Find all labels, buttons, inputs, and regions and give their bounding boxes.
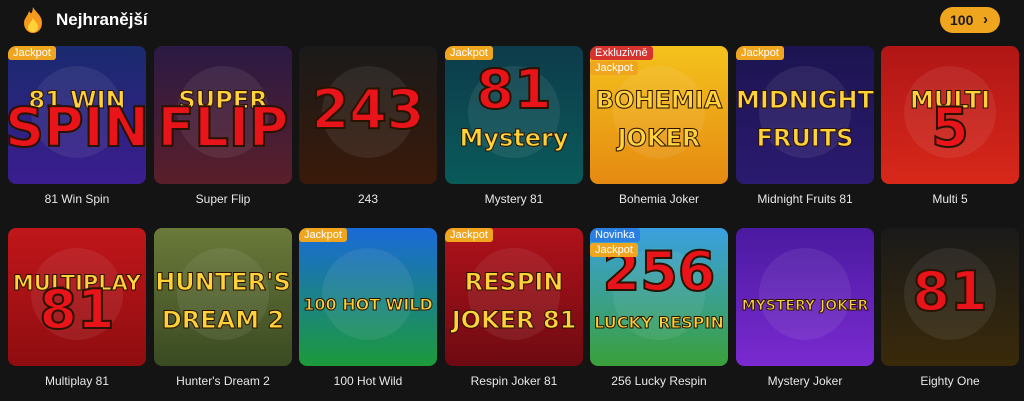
- game-art-text: 81: [476, 58, 551, 121]
- game-tile[interactable]: 81 Mystery Jackpot Mystery 81: [445, 46, 583, 206]
- game-tile[interactable]: MULTIPLAY 81 Multiplay 81: [8, 228, 146, 388]
- game-badge: Exkluzivně: [590, 46, 653, 60]
- section-title: Nejhranější: [56, 10, 148, 29]
- game-art-text: 81: [912, 260, 987, 323]
- game-artwork: MIDNIGHT FRUITS: [736, 46, 874, 184]
- game-artwork: RESPIN JOKER 81: [445, 228, 583, 366]
- game-badge: Novinka: [590, 228, 640, 242]
- game-art-text: HUNTER'S: [155, 268, 291, 296]
- game-tile[interactable]: HUNTER'S DREAM 2 Hunter's Dream 2: [154, 228, 292, 388]
- show-all-count: 100: [950, 12, 974, 28]
- game-name[interactable]: Midnight Fruits 81: [736, 192, 874, 206]
- game-name[interactable]: 81 Win Spin: [8, 192, 146, 206]
- game-artwork: 81 WINSPIN: [8, 46, 146, 184]
- game-art-text: MYSTERY JOKER: [742, 298, 869, 314]
- game-artwork: 243: [299, 46, 437, 184]
- game-thumbnail[interactable]: MIDNIGHT FRUITS Jackpot: [736, 46, 874, 184]
- game-name[interactable]: 243: [299, 192, 437, 206]
- game-thumbnail[interactable]: SUPER FLIP: [154, 46, 292, 184]
- game-tile[interactable]: MULTI 5 Multi 5: [881, 46, 1019, 206]
- game-art-text: MIDNIGHT: [736, 86, 874, 114]
- game-tile[interactable]: 100 HOT WILD Jackpot 100 Hot Wild: [299, 228, 437, 388]
- game-tile[interactable]: MYSTERY JOKER Mystery Joker: [736, 228, 874, 388]
- game-art-text: JOKER: [616, 124, 701, 152]
- game-art-text: LUCKY RESPIN: [594, 313, 724, 332]
- game-badge: Jackpot: [445, 228, 493, 242]
- game-badge: Jackpot: [445, 46, 493, 60]
- game-name[interactable]: Mystery Joker: [736, 374, 874, 388]
- game-art-text: RESPIN: [465, 268, 564, 296]
- game-art-text: 81: [39, 278, 114, 341]
- game-name[interactable]: Eighty One: [881, 374, 1019, 388]
- flame-icon: [24, 7, 42, 33]
- game-name[interactable]: Respin Joker 81: [445, 374, 583, 388]
- game-name[interactable]: 256 Lucky Respin: [590, 374, 728, 388]
- game-name[interactable]: Bohemia Joker: [590, 192, 728, 206]
- game-name[interactable]: Mystery 81: [445, 192, 583, 206]
- game-thumbnail[interactable]: MULTI 5: [881, 46, 1019, 184]
- game-tile[interactable]: BOHEMIA JOKER Exkluzivně Jackpot Bohemia Jok…: [590, 46, 728, 206]
- game-artwork: HUNTER'S DREAM 2: [154, 228, 292, 366]
- game-thumbnail[interactable]: 81: [881, 228, 1019, 366]
- game-tile[interactable]: 243 243: [299, 46, 437, 206]
- game-art-text: FLIP: [158, 96, 289, 159]
- game-art-text: JOKER 81: [450, 306, 577, 334]
- game-badge: Jackpot: [590, 243, 638, 257]
- game-artwork: MULTI5: [881, 46, 1019, 184]
- game-artwork: SUPERFLIP: [154, 46, 292, 184]
- game-thumbnail[interactable]: 256 LUCKY RESPIN Novinka Jackpot: [590, 228, 728, 366]
- game-thumbnail[interactable]: MULTIPLAY 81: [8, 228, 146, 366]
- game-tile[interactable]: MIDNIGHT FRUITS Jackpot Midnight Fruits 81: [736, 46, 874, 206]
- game-tile[interactable]: 256 LUCKY RESPIN Novinka Jackpot 256 Lucky R…: [590, 228, 728, 388]
- game-art-text: DREAM 2: [162, 306, 284, 334]
- game-art-text: 5: [931, 96, 969, 159]
- game-name[interactable]: Super Flip: [154, 192, 292, 206]
- game-art-text: 243: [312, 78, 425, 141]
- show-all-button[interactable]: 100 ›: [940, 7, 1000, 33]
- game-name[interactable]: Hunter's Dream 2: [154, 374, 292, 388]
- game-tile[interactable]: 81 Eighty One: [881, 228, 1019, 388]
- game-thumbnail[interactable]: 243: [299, 46, 437, 184]
- game-badge: Jackpot: [736, 46, 784, 60]
- game-thumbnail[interactable]: BOHEMIA JOKER Exkluzivně Jackpot: [590, 46, 728, 184]
- game-art-text: SPIN: [8, 96, 146, 159]
- game-artwork: MULTIPLAY81: [8, 228, 146, 366]
- game-artwork: 100 HOT WILD: [299, 228, 437, 366]
- game-thumbnail[interactable]: 100 HOT WILD Jackpot: [299, 228, 437, 366]
- game-thumbnail[interactable]: MYSTERY JOKER: [736, 228, 874, 366]
- game-artwork: 81: [881, 228, 1019, 366]
- game-name[interactable]: 100 Hot Wild: [299, 374, 437, 388]
- game-tile[interactable]: SUPER FLIP Super Flip: [154, 46, 292, 206]
- game-thumbnail[interactable]: 81 Mystery Jackpot: [445, 46, 583, 184]
- game-artwork: 81 Mystery: [445, 46, 583, 184]
- game-thumbnail[interactable]: 81 WIN SPIN Jackpot: [8, 46, 146, 184]
- game-art-text: Mystery: [459, 124, 568, 152]
- chevron-right-icon: ›: [983, 11, 988, 28]
- game-badge: Jackpot: [299, 228, 347, 242]
- game-name[interactable]: Multi 5: [881, 192, 1019, 206]
- game-tile[interactable]: 81 WIN SPIN Jackpot 81 Win Spin: [8, 46, 146, 206]
- game-thumbnail[interactable]: HUNTER'S DREAM 2: [154, 228, 292, 366]
- game-tile[interactable]: RESPIN JOKER 81 Jackpot Respin Joker 81: [445, 228, 583, 388]
- game-badge: Jackpot: [8, 46, 56, 60]
- game-thumbnail[interactable]: RESPIN JOKER 81 Jackpot: [445, 228, 583, 366]
- game-artwork: MYSTERY JOKER: [736, 228, 874, 366]
- game-name[interactable]: Multiplay 81: [8, 374, 146, 388]
- game-art-text: BOHEMIA: [596, 86, 723, 114]
- game-art-text: FRUITS: [757, 124, 854, 152]
- game-art-text: 100 HOT WILD: [303, 295, 433, 314]
- section-header: Nejhranější 100 ›: [0, 0, 1024, 40]
- game-badge: Jackpot: [590, 61, 638, 75]
